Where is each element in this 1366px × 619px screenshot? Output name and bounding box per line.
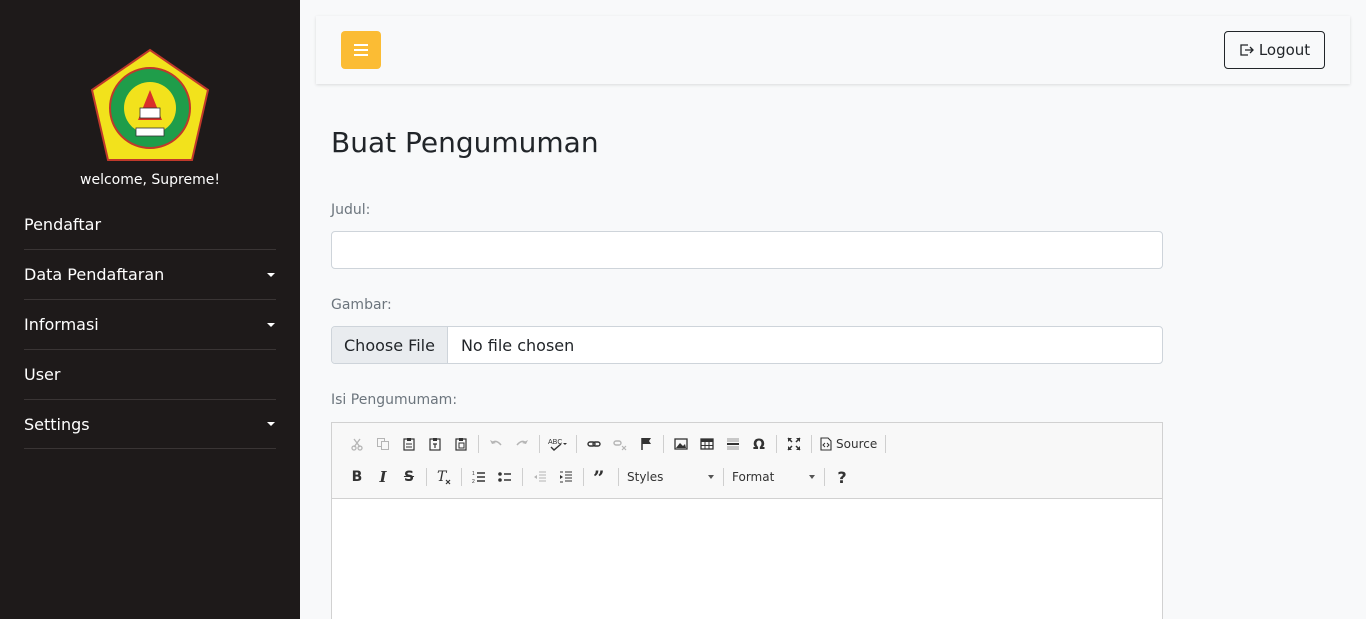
link-icon[interactable] [581,431,607,457]
image-icon[interactable] [668,431,694,457]
sidebar-item-label: Informasi [24,315,99,334]
caret-down-icon [267,272,275,277]
source-button[interactable]: Source [816,431,881,457]
rich-text-editor: ABC Ω Source B I S T 1 2 ” Styles Format… [331,422,1163,619]
source-icon [820,437,832,451]
svg-text:1: 1 [472,471,475,477]
sidebar-item-data-pendaftaran[interactable]: Data Pendaftaran [24,250,276,300]
logout-button[interactable]: Logout [1224,31,1325,69]
toolbar-separator [522,468,523,486]
sidebar-item-pendaftar[interactable]: Pendaftar [24,200,276,250]
toolbar-row: B I S T 12 ” Styles Format ? [344,464,855,490]
topbar: Logout [316,16,1350,84]
toolbar-row: ABC Ω Source [344,431,890,457]
toolbar-separator [426,468,427,486]
svg-text:2: 2 [472,479,475,484]
welcome-text: welcome, Supreme! [80,172,220,188]
copy-icon[interactable] [370,431,396,457]
styles-dropdown[interactable]: Styles [623,466,719,488]
paste-word-icon[interactable] [448,431,474,457]
hamburger-icon [354,44,368,56]
svg-text:Ω: Ω [753,437,765,451]
editor-toolbar: ABC Ω Source B I S T 1 2 ” Styles Format… [332,423,1162,499]
indent-icon[interactable] [553,464,579,490]
paste-text-icon[interactable] [422,431,448,457]
outdent-icon[interactable] [527,464,553,490]
sidebar: welcome, Supreme! Pendaftar Data Pendaft… [0,0,300,619]
judul-input[interactable] [331,231,1163,269]
page-title: Buat Pengumuman [331,126,599,159]
spellcheck-icon[interactable]: ABC [544,431,572,457]
toolbar-separator [583,468,584,486]
chevron-down-icon [809,475,815,479]
svg-text:”: ” [593,470,605,484]
toolbar-separator [576,435,577,453]
sidebar-nav: Pendaftar Data Pendaftaran Informasi Use… [24,200,276,449]
toolbar-separator [618,468,619,486]
judul-label: Judul: [331,202,371,218]
paste-icon[interactable] [396,431,422,457]
redo-icon[interactable] [509,431,535,457]
sidebar-item-label: User [24,365,61,384]
sidebar-item-label: Data Pendaftaran [24,265,165,284]
toolbar-separator [776,435,777,453]
special-char-icon[interactable]: Ω [746,431,772,457]
maximize-icon[interactable] [781,431,807,457]
toolbar-separator [663,435,664,453]
logout-label: Logout [1258,41,1311,59]
italic-icon[interactable]: I [370,464,396,490]
gambar-file-input[interactable]: Choose File No file chosen [331,326,1163,364]
sidebar-item-label: Settings [24,414,90,434]
bold-icon[interactable]: B [344,464,370,490]
cut-icon[interactable] [344,431,370,457]
toolbar-separator [885,435,887,453]
unlink-icon[interactable] [607,431,633,457]
caret-down-icon [267,322,275,327]
svg-text:T: T [437,469,448,485]
remove-format-icon[interactable]: T [431,464,457,490]
anchor-flag-icon[interactable] [633,431,659,457]
toolbar-separator [824,468,825,486]
undo-icon[interactable] [483,431,509,457]
bulleted-list-icon[interactable] [492,464,518,490]
strikethrough-icon[interactable]: S [396,464,422,490]
toolbar-separator [811,435,812,453]
sidebar-item-user[interactable]: User [24,350,276,400]
blockquote-icon[interactable]: ” [588,464,614,490]
editor-content-area[interactable] [332,499,1162,619]
format-label: Format [732,470,775,484]
table-icon[interactable] [694,431,720,457]
toolbar-separator [461,468,462,486]
file-status-text: No file chosen [460,335,575,355]
isi-label: Isi Pengumumam: [331,392,458,408]
caret-down-icon [267,422,275,426]
toolbar-separator [539,435,540,453]
horizontal-rule-icon[interactable] [720,431,746,457]
choose-file-button[interactable]: Choose File [332,327,448,363]
styles-label: Styles [627,470,664,484]
sidebar-item-label: Pendaftar [24,215,102,234]
toolbar-separator [723,468,724,486]
numbered-list-icon[interactable]: 12 [466,464,492,490]
format-dropdown[interactable]: Format [728,466,820,488]
logout-icon [1240,44,1254,56]
chevron-down-icon [708,475,714,479]
gambar-label: Gambar: [331,297,392,313]
institution-logo [88,48,212,168]
sidebar-item-informasi[interactable]: Informasi [24,300,276,350]
sidebar-item-settings[interactable]: Settings [24,400,276,449]
help-icon[interactable]: ? [829,464,855,490]
source-label: Source [836,437,878,451]
sidebar-toggle-button[interactable] [341,31,381,69]
toolbar-separator [478,435,479,453]
